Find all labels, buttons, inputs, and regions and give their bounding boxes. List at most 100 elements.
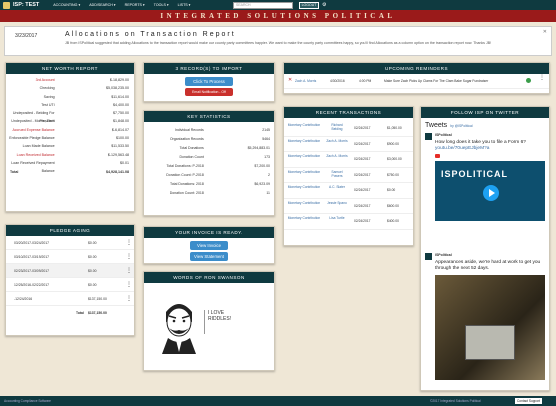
pledge-row[interactable]: 02/23/2017-03/09/2017 $0.00 ⋮	[6, 264, 134, 278]
reminder-name[interactable]: Zach A. Morris	[295, 79, 316, 83]
transaction-type[interactable]: Monetary Contribution	[287, 170, 321, 174]
tweets-heading[interactable]: Tweets	[425, 122, 447, 129]
kebab-icon[interactable]: ⋮	[126, 281, 132, 288]
transaction-type[interactable]: Monetary Contribution	[287, 154, 321, 158]
kebab-icon[interactable]: ⋮	[539, 75, 545, 81]
statistic-row: Individual Records 2145	[144, 126, 274, 135]
tweets-by-link[interactable]: by @ISPolitical	[450, 124, 472, 128]
pledge-row[interactable]: 03/20/2017-03/24/2017 $0.00 ⋮	[6, 236, 134, 250]
net-worth-row[interactable]: Accrued Expense Balance $-6,814.07	[6, 126, 134, 134]
transaction-type[interactable]: Monetary Contribution	[287, 123, 321, 127]
transaction-date: 02/24/2017	[354, 157, 371, 161]
menu-tools[interactable]: TOOLS ▾	[154, 3, 169, 7]
footer-copyright: ©2017 Integrated Solutions Political	[430, 399, 481, 403]
transaction-type[interactable]: Monetary Contribution	[287, 201, 321, 205]
net-worth-row[interactable]: 3rd Account $-18,829.00	[6, 76, 134, 84]
brand-title[interactable]: ISP: TEST	[13, 2, 39, 8]
net-worth-value: $5,038,235.00	[106, 86, 129, 91]
kebab-icon[interactable]: ⋮	[126, 295, 132, 302]
transaction-name[interactable]: Lisa Turtle	[326, 216, 348, 220]
net-worth-label[interactable]: Loan Received Balance	[17, 151, 55, 159]
net-worth-label[interactable]: Saving	[44, 93, 55, 101]
net-worth-title: NET WORTH REPORT	[6, 63, 134, 74]
net-worth-label[interactable]: Test UTI	[41, 101, 54, 109]
tweet-avatar-2[interactable]	[425, 253, 432, 260]
view-statement-button[interactable]: View Statement	[190, 252, 228, 261]
transaction-name[interactable]: Zach A. Morris	[326, 139, 348, 143]
net-worth-label[interactable]: Loan Made Balance	[23, 142, 55, 150]
transaction-row[interactable]: Monetary Contribution A.C. Slater 02/24/20…	[284, 183, 413, 199]
transaction-row[interactable]: Monetary Contribution Richard Belding 02/2…	[284, 121, 413, 137]
footer-left-link[interactable]: Accounting Compliance Software	[4, 396, 51, 406]
transaction-amount: $400.00	[387, 219, 399, 223]
net-worth-label[interactable]: Enforceable Pledge Balance	[9, 134, 54, 142]
reminder-done-icon[interactable]	[526, 78, 531, 83]
menu-lists[interactable]: LISTS ▾	[178, 3, 191, 7]
gear-icon[interactable]: ⚙	[322, 2, 326, 8]
net-worth-label[interactable]: Accrued Expense Balance	[12, 126, 54, 134]
pledge-aging-rows: 03/20/2017-03/24/2017 $0.00 ⋮ 03/10/2017-03…	[6, 236, 134, 306]
tweet-media-video[interactable]: ISPOLITICAL	[435, 161, 545, 221]
transaction-name[interactable]: A.C. Slater	[326, 185, 348, 189]
delete-icon[interactable]: ✕	[288, 78, 292, 83]
reminder-row[interactable]: ✕ Zach A. Morris 4/30/2016 4:00 PM Make …	[284, 74, 549, 89]
pledge-row[interactable]: -12/24/2016 $137,150.00 ⋮	[6, 292, 134, 306]
net-worth-label[interactable]: Undeposited - Morris, Zach	[11, 117, 54, 125]
click-to-process-button[interactable]: Click To Process	[185, 77, 233, 86]
transaction-name[interactable]: Jessie Spano	[326, 201, 348, 205]
logout-button[interactable]: LOGOUT	[299, 1, 319, 9]
transaction-type[interactable]: Monetary Contribution	[287, 216, 321, 220]
net-worth-row[interactable]: Undeposited - Belding For President $7,75…	[6, 109, 134, 123]
pledge-row[interactable]: 03/10/2017-03/19/2017 $0.00 ⋮	[6, 250, 134, 264]
transaction-name[interactable]: Samuel Powers	[326, 170, 348, 178]
tweet-photo[interactable]	[435, 275, 545, 380]
transaction-name[interactable]: Zach A. Morris	[326, 154, 348, 158]
transaction-amount: $750.00	[387, 172, 399, 177]
transaction-row[interactable]: Monetary Contribution Zach A. Morris 02/24…	[284, 137, 413, 152]
tweet-link[interactable]: youtu.be/70uepEJbjeM?a	[435, 146, 489, 151]
tweet-author-2[interactable]: ISPolitical	[435, 253, 452, 257]
view-invoice-button[interactable]: View Invoice	[190, 241, 228, 250]
pledge-amount: $137,150.00	[88, 297, 107, 301]
transaction-name[interactable]: Richard Belding	[326, 123, 348, 131]
pledge-row[interactable]: 12/25/2016-02/22/2017 $0.00 ⋮	[6, 278, 134, 292]
net-worth-row[interactable]: Undeposited - Morris, Zach $1,848.00	[6, 117, 134, 125]
youtube-icon[interactable]	[435, 154, 440, 158]
footer: Accounting Compliance Software ©2017 Int…	[0, 396, 556, 406]
transaction-row[interactable]: Monetary Contribution Zach A. Morris 02/24…	[284, 152, 413, 168]
close-icon[interactable]: ✕	[543, 29, 547, 35]
transaction-row[interactable]: Monetary Contribution Jessie Spano 02/24/2…	[284, 199, 413, 214]
menu-accounting[interactable]: ACCOUNTING ▾	[53, 3, 80, 7]
net-worth-row[interactable]: Loan Made Balance $11,533.50	[6, 142, 134, 150]
kebab-icon[interactable]: ⋮	[126, 267, 132, 274]
upcoming-reminders-title: UPCOMING REMINDERS	[284, 63, 549, 74]
kebab-icon[interactable]: ⋮	[126, 239, 132, 246]
kebab-icon[interactable]: ⋮	[126, 253, 132, 260]
transaction-row[interactable]: Monetary Contribution Lisa Turtle 02/24/20…	[284, 214, 413, 230]
contact-support-button[interactable]: Contact Support	[515, 398, 543, 404]
statistic-label: Total Donations: 2018	[169, 182, 204, 186]
transaction-row[interactable]: Monetary Contribution Samuel Powers 02/24/…	[284, 168, 413, 183]
net-worth-row[interactable]: Loan Received Repayment Balance $0.01	[6, 159, 134, 173]
email-notification-button[interactable]: Email Notification - Off	[185, 88, 233, 96]
net-worth-value: $11,533.50	[111, 144, 129, 149]
tweet-author[interactable]: ISPolitical	[435, 133, 452, 137]
menu-reports[interactable]: REPORTS ▾	[125, 3, 145, 7]
recent-transactions-panel: RECENT TRANSACTIONS Monetary Contributio…	[283, 106, 414, 246]
transaction-type[interactable]: Monetary Contribution	[287, 139, 321, 143]
isp-logo[interactable]	[3, 1, 10, 9]
net-worth-row[interactable]: Checking $5,038,235.00	[6, 84, 134, 92]
transaction-amount: $1,050.00	[387, 126, 402, 130]
menu-add-search[interactable]: ADD/SEARCH ▾	[89, 3, 115, 7]
transaction-type[interactable]: Monetary Contribution	[287, 185, 321, 189]
net-worth-label[interactable]: Checking	[40, 84, 55, 92]
pledge-range: 03/10/2017-03/19/2017	[14, 255, 50, 259]
tweet-avatar[interactable]	[425, 133, 432, 140]
net-worth-label[interactable]: 3rd Account	[36, 76, 55, 84]
net-worth-row[interactable]: Loan Received Balance $-129,563.48	[6, 151, 134, 159]
search-input[interactable]: SEARCH	[233, 1, 293, 9]
net-worth-row[interactable]: Test UTI $4,400.00	[6, 101, 134, 109]
announcement-body: JB from ISPolitical suggested that addin…	[65, 41, 492, 45]
net-worth-row[interactable]: Saving $11,614.00	[6, 93, 134, 101]
net-worth-row[interactable]: Enforceable Pledge Balance $100.00	[6, 134, 134, 142]
